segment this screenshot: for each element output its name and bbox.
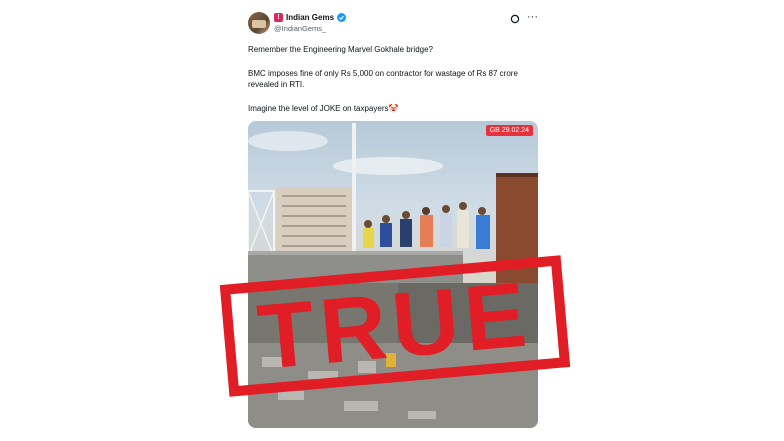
user-handle[interactable]: @IndianGems_ [274, 24, 326, 33]
verified-badge-icon [337, 13, 347, 22]
tweet-header: ! Indian Gems @IndianGems_ ··· [248, 10, 540, 40]
live-icon: ! [274, 13, 283, 22]
tweet-line-1: Remember the Engineering Marvel Gokhale … [248, 45, 433, 54]
tweet-line-2: BMC imposes fine of only Rs 5,000 on con… [248, 69, 518, 89]
date-badge: GB 29.02.24 [485, 125, 533, 136]
avatar[interactable] [248, 12, 270, 34]
grok-icon[interactable] [510, 14, 520, 24]
tweet-line-3-text: Imagine the level of JOKE on taxpayers [248, 104, 389, 113]
tweet-line-3: Imagine the level of JOKE on taxpayers🤡 [248, 103, 399, 114]
author-name-row: ! Indian Gems [274, 13, 347, 22]
true-stamp-text: TRUE [253, 263, 537, 389]
clown-emoji-icon: 🤡 [388, 104, 399, 113]
more-options-icon[interactable]: ··· [527, 11, 538, 23]
display-name[interactable]: Indian Gems [286, 13, 334, 22]
